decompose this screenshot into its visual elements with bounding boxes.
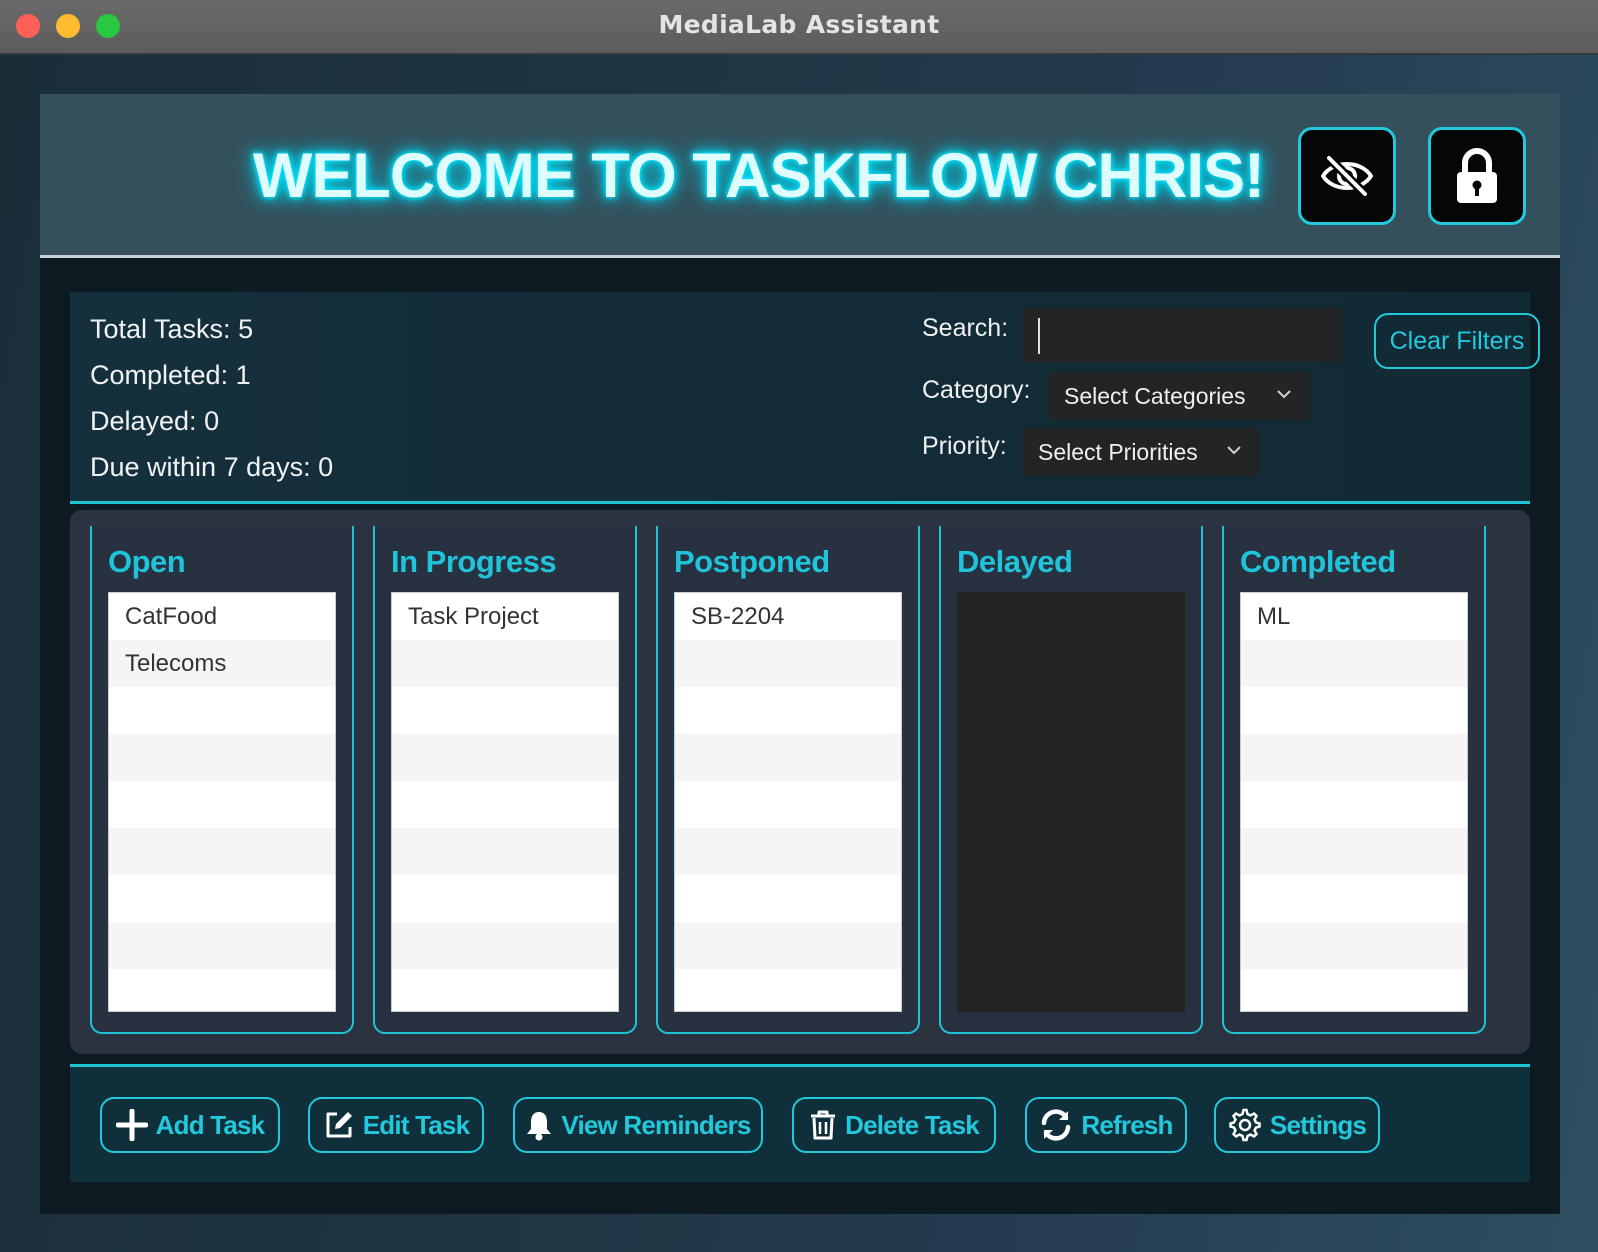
welcome-title: WELCOME TO TASKFLOW CHRIS! [252,141,1265,211]
stats-filter-panel: Total Tasks: 5 Completed: 1 Delayed: 0 D… [70,292,1540,504]
lock-icon [1457,148,1497,203]
plus-icon [115,1109,148,1141]
task-board: Open CatFood Telecoms In Progress Task P… [70,510,1530,1054]
list-row-empty [675,640,901,687]
view-reminders-label: View Reminders [561,1109,751,1140]
list-row-empty [1241,781,1467,828]
refresh-icon [1042,1109,1071,1141]
list-row-empty [109,969,335,1011]
bell-icon [527,1112,552,1141]
category-select-value: Select Categories [1064,382,1246,409]
edit-task-label: Edit Task [362,1109,470,1140]
list-row-empty [392,875,618,922]
category-select[interactable]: Select Categories [1048,372,1310,420]
list-item[interactable]: SB-2204 [675,593,901,640]
list-row-empty [675,781,901,828]
clear-filters-button[interactable]: Clear Filters [1374,313,1540,369]
refresh-label: Refresh [1081,1109,1173,1140]
list-row-empty [675,828,901,875]
add-task-label: Add Task [155,1109,266,1140]
list-row-empty [109,828,335,875]
edit-task-button[interactable]: Edit Task [308,1097,484,1153]
list-row-empty [1241,875,1467,922]
category-label: Category: [922,376,1031,404]
due-soon-stat: Due within 7 days: 0 [90,452,334,482]
search-label: Search: [922,314,1009,342]
task-list-completed[interactable]: ML [1240,592,1468,1012]
list-row-empty [675,922,901,969]
edit-icon [326,1112,352,1138]
settings-label: Settings [1269,1109,1367,1140]
eye-slash-icon [1321,154,1373,198]
list-row-empty [109,687,335,734]
delete-task-button[interactable]: Delete Task [792,1097,996,1153]
app-container: WELCOME TO TASKFLOW CHRIS! Total Tasks: … [40,94,1560,1214]
task-list-delayed[interactable] [957,592,1185,1012]
task-list-open[interactable]: CatFood Telecoms [108,592,336,1012]
list-row-empty [1241,969,1467,1011]
list-row-empty [1241,734,1467,781]
list-item[interactable]: Telecoms [109,640,335,687]
list-row-empty [392,781,618,828]
column-delayed: Delayed [939,526,1203,1034]
list-row-empty [1241,687,1467,734]
list-row-empty [675,734,901,781]
column-title: Delayed [957,544,1073,579]
list-row-empty [109,734,335,781]
column-completed: Completed ML [1222,526,1486,1034]
refresh-button[interactable]: Refresh [1025,1097,1187,1153]
window-title: MediaLab Assistant [658,10,940,39]
completed-stat: Completed: 1 [90,360,251,390]
total-tasks-stat: Total Tasks: 5 [90,314,254,344]
column-title: In Progress [391,544,557,579]
list-row-empty [109,781,335,828]
column-title: Completed [1240,544,1396,579]
list-row-empty [675,687,901,734]
list-row-empty [392,828,618,875]
view-reminders-button[interactable]: View Reminders [513,1097,763,1153]
list-row-empty [392,687,618,734]
task-list-in-progress[interactable]: Task Project [391,592,619,1012]
task-list-postponed[interactable]: SB-2204 [674,592,902,1012]
column-open: Open CatFood Telecoms [90,526,354,1034]
add-task-button[interactable]: Add Task [100,1097,280,1153]
chevron-down-icon [1277,390,1291,399]
list-row-empty [675,875,901,922]
text-caret [1038,318,1040,354]
actions-bar: Add Task Edit Task View Reminders Delete… [70,1064,1530,1182]
lock-button[interactable] [1428,127,1526,225]
list-row-empty [392,734,618,781]
list-row-empty [109,875,335,922]
list-row-empty [1241,922,1467,969]
trash-icon [811,1110,836,1140]
column-title: Open [108,544,186,579]
priority-select[interactable]: Select Priorities [1022,428,1260,476]
list-row-empty [675,969,901,1011]
column-title: Postponed [674,544,830,579]
list-row-empty [392,969,618,1011]
delayed-stat: Delayed: 0 [90,406,220,436]
priority-select-value: Select Priorities [1038,438,1198,465]
delete-task-label: Delete Task [845,1109,980,1140]
window-titlebar[interactable]: MediaLab Assistant [0,0,1598,54]
list-row-empty [1241,640,1467,687]
column-postponed: Postponed SB-2204 [656,526,920,1034]
list-row-empty [392,922,618,969]
list-item[interactable]: ML [1241,593,1467,640]
gear-icon [1229,1108,1261,1142]
chevron-down-icon [1227,446,1241,455]
list-row-empty [1241,828,1467,875]
header: WELCOME TO TASKFLOW CHRIS! [40,94,1560,258]
list-item[interactable]: Task Project [392,593,618,640]
list-row-empty [109,922,335,969]
priority-label: Priority: [922,432,1007,460]
list-item[interactable]: CatFood [109,593,335,640]
search-input[interactable] [1022,308,1342,362]
list-row-empty [392,640,618,687]
toggle-visibility-button[interactable] [1298,127,1396,225]
settings-button[interactable]: Settings [1214,1097,1380,1153]
column-in-progress: In Progress Task Project [373,526,637,1034]
